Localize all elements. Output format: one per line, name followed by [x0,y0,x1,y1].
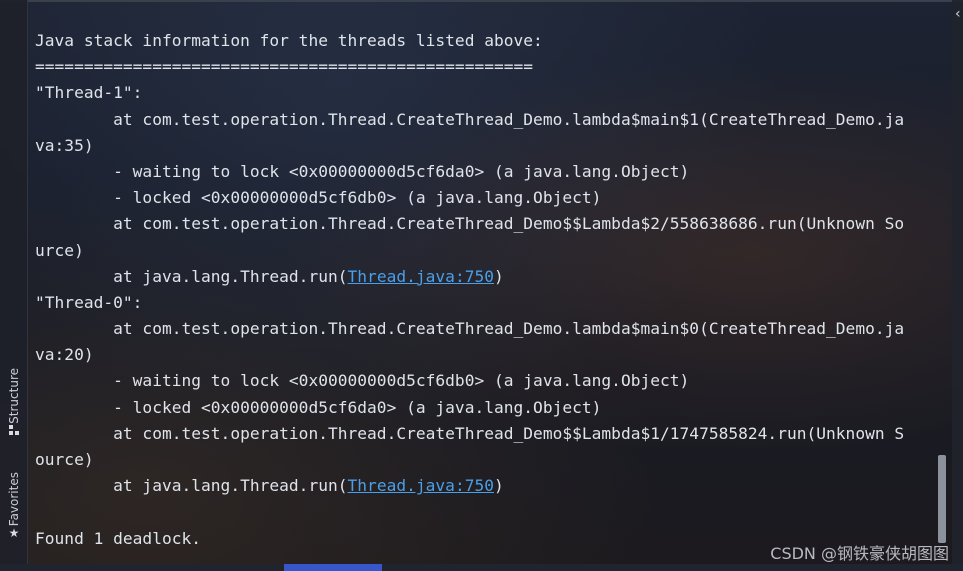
structure-tab[interactable]: Structure [4,368,24,439]
right-tool-strip [952,0,963,571]
bottom-tab-indicator[interactable] [284,564,382,571]
console-line-prefix: at java.lang.Thread.run( [35,476,348,496]
console-line: at com.test.operation.Thread.CreateThrea… [35,214,905,234]
favorites-tab[interactable]: Favorites ★ [4,472,24,540]
bottom-bar [0,564,963,571]
console-line: ========================================… [35,57,534,77]
ide-window: Structure Favorites ★ Java stack informa… [0,0,963,571]
console-output[interactable]: Java stack information for the threads l… [35,28,927,552]
console-line: urce) [35,240,84,260]
console-line: - locked <0x00000000d5cf6db0> (a java.la… [35,188,602,208]
console-line-suffix: ) [494,476,504,496]
console-line: at com.test.operation.Thread.CreateThrea… [35,109,905,129]
console-line-suffix: ) [494,266,504,286]
left-tool-strip: Structure Favorites ★ [0,0,28,571]
console-line: at com.test.operation.Thread.CreateThrea… [35,319,905,339]
console-line-prefix: at java.lang.Thread.run( [35,266,348,286]
console-line: "Thread-1": [35,83,143,103]
star-icon: ★ [8,526,20,541]
console-line: "Thread-0": [35,292,143,312]
console-line-empty [35,499,927,525]
structure-tab-label: Structure [7,368,21,424]
console-line-with-link: at java.lang.Thread.run(Thread.java:750) [35,264,927,290]
scrollbar-thumb[interactable] [938,455,946,543]
console-line: at com.test.operation.Thread.CreateThrea… [35,423,905,443]
top-border [0,0,963,2]
console-line: va:20) [35,345,94,365]
watermark: CSDN @钢铁豪侠胡图图 [770,544,949,563]
favorites-tab-label: Favorites [7,472,21,527]
console-line: ource) [35,450,94,469]
console-line-with-link: at java.lang.Thread.run(Thread.java:750) [35,473,927,499]
source-link-thread-java[interactable]: Thread.java:750 [348,267,495,286]
console-line: - locked <0x00000000d5cf6da0> (a java.la… [35,397,602,417]
console-line: - waiting to lock <0x00000000d5cf6da0> (… [35,161,690,181]
chevron-left-icon[interactable]: ‹ [955,6,961,22]
console-line: va:35) [35,135,94,155]
source-link-thread-java[interactable]: Thread.java:750 [348,476,495,495]
console-line: - waiting to lock <0x00000000d5cf6db0> (… [35,371,690,391]
console-line: Java stack information for the threads l… [35,31,543,50]
structure-icon [8,424,20,439]
